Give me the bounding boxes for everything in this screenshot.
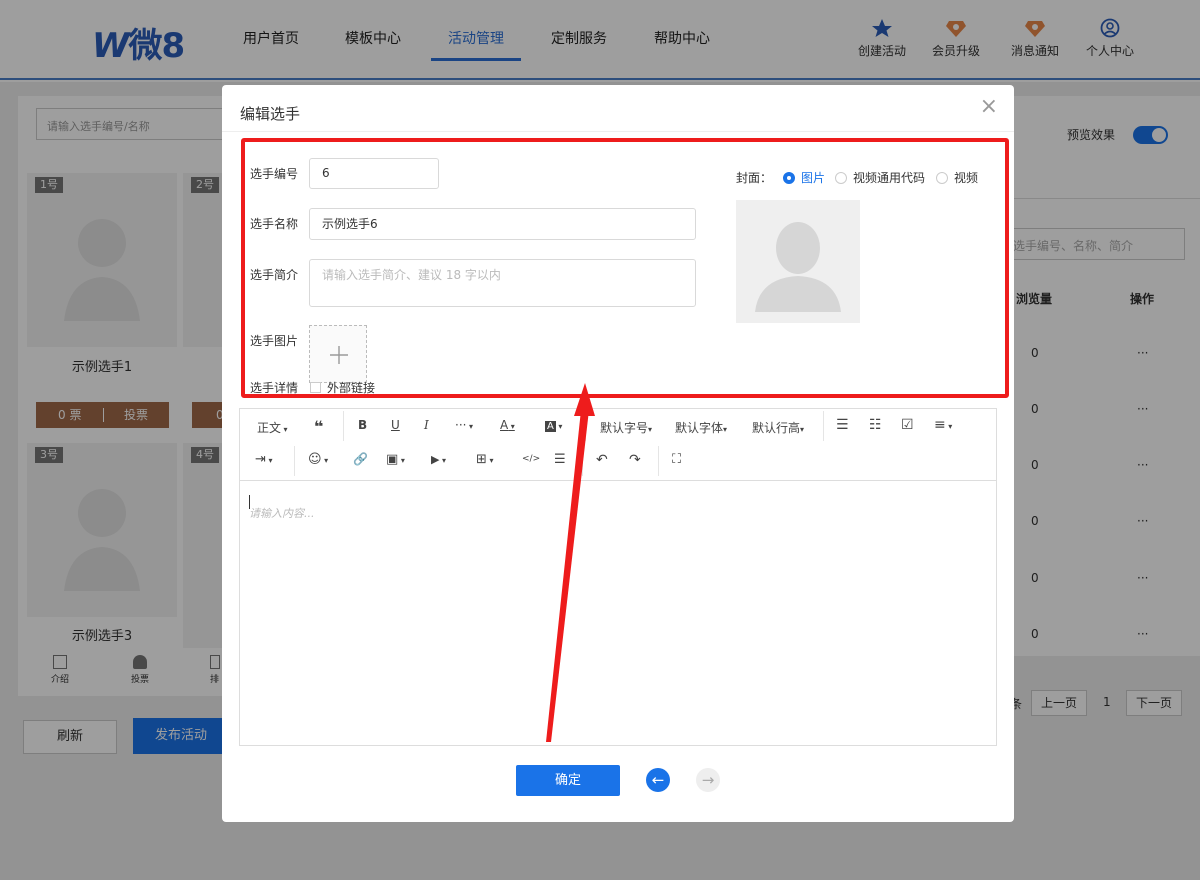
annotation-arrow-icon [546,383,595,742]
